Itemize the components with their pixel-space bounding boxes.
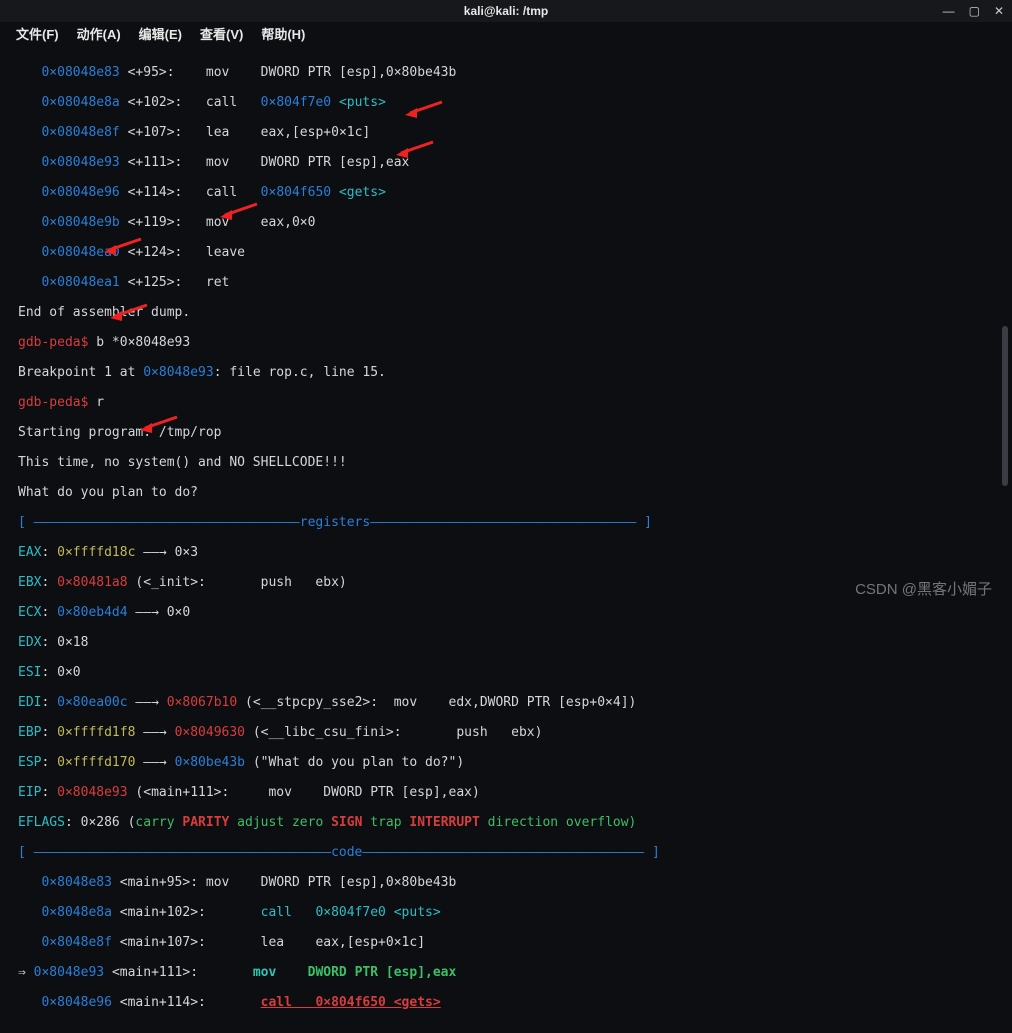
gdb-prompt: gdb-peda$ [18,335,88,350]
addr: 0×08048e93 [41,155,119,170]
scrollbar-thumb[interactable] [1002,326,1008,486]
banner-line: This time, no system() and NO SHELLCODE!… [18,455,1004,470]
menu-view[interactable]: 查看(V) [200,27,243,42]
banner-line: What do you plan to do? [18,485,1004,500]
terminal-output[interactable]: 0×08048e83 <+95>: mov DWORD PTR [esp],0×… [0,46,1012,1033]
menu-file[interactable]: 文件(F) [16,27,59,42]
menu-edit[interactable]: 编辑(E) [139,27,182,42]
scrollbar[interactable] [998,46,1012,603]
reg-eflags: EFLAGS [18,815,65,830]
reg-edx: EDX [18,635,41,650]
addr: 0×08048e83 [41,65,119,80]
maximize-icon[interactable]: ▢ [969,4,980,19]
reg-edi: EDI [18,695,41,710]
cmd-run: r [96,395,104,410]
cmd-break: b *0×8048e93 [96,335,190,350]
window-title: kali@kali: /tmp [464,4,548,19]
reg-ebp: EBP [18,725,41,740]
minimize-icon[interactable]: — [943,4,955,19]
starting-prog: Starting program: /tmp/rop [18,425,1004,440]
reg-ecx: ECX [18,605,41,620]
menu-help[interactable]: 帮助(H) [261,27,305,42]
reg-esp: ESP [18,755,41,770]
reg-esi: ESI [18,665,41,680]
separator-registers: [ ——————————————————————————————————regi… [18,515,1004,530]
titlebar: kali@kali: /tmp — ▢ ✕ [0,0,1012,22]
addr: 0×08048ea1 [41,275,119,290]
reg-eax: EAX [18,545,41,560]
reg-ebx: EBX [18,575,41,590]
gdb-prompt: gdb-peda$ [18,395,88,410]
menubar: 文件(F) 动作(A) 编辑(E) 查看(V) 帮助(H) [0,22,1012,46]
addr: 0×08048e9b [41,215,119,230]
addr: 0×08048e8f [41,125,119,140]
menu-actions[interactable]: 动作(A) [77,27,121,42]
window-controls: — ▢ ✕ [943,4,1004,19]
separator-code: [ ——————————————————————————————————————… [18,845,1004,860]
addr: 0×08048ea0 [41,245,119,260]
close-icon[interactable]: ✕ [994,4,1004,19]
addr: 0×08048e96 [41,185,119,200]
watermark: CSDN @黑客小媚子 [855,582,992,597]
addr: 0×08048e8a [41,95,119,110]
end-dump: End of assembler dump. [18,305,1004,320]
reg-eip: EIP [18,785,41,800]
